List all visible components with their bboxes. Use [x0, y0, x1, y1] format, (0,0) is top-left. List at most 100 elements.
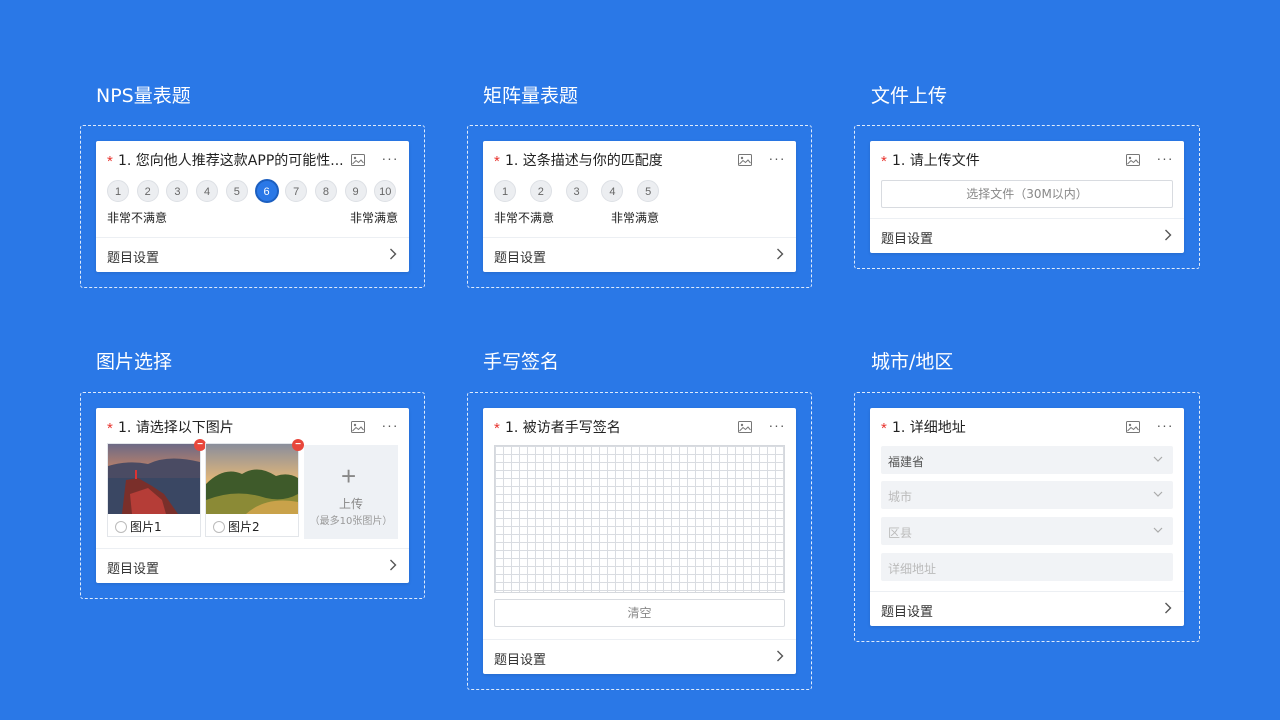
image-option-label: 图片1 [130, 520, 162, 534]
chevron-right-icon [777, 248, 784, 260]
scale-option-9[interactable]: 9 [344, 180, 367, 202]
scale-option-1[interactable]: 1 [107, 180, 129, 202]
image-icon[interactable] [1126, 154, 1140, 166]
scale-high-label: 非常满意 [349, 211, 398, 225]
image-icon[interactable] [738, 421, 752, 433]
chevron-right-icon [390, 248, 397, 260]
signature-pad[interactable] [494, 445, 785, 593]
question-settings-row[interactable]: 题目设置 [870, 591, 1184, 626]
question-title: 1. 这条描述与你的匹配度 [505, 153, 663, 169]
upload-card[interactable]: * 1. 请上传文件 ··· 选择文件（30M以内） 题目设置 [870, 141, 1184, 253]
city-placeholder: 城市 [888, 490, 913, 504]
question-settings-label: 题目设置 [494, 251, 547, 266]
scale-option-4[interactable]: 4 [601, 180, 624, 202]
scale-option-8[interactable]: 8 [314, 180, 337, 202]
question-settings-row[interactable]: 题目设置 [96, 548, 409, 583]
question-settings-row[interactable]: 题目设置 [483, 639, 796, 674]
signature-card[interactable]: * 1. 被访者手写签名 ··· 清空 题目设置 [483, 408, 796, 674]
landscape-photo [206, 444, 298, 514]
scale-option-4[interactable]: 4 [196, 180, 219, 202]
question-settings-label: 题目设置 [881, 605, 934, 620]
image-icon[interactable] [738, 154, 752, 166]
more-icon[interactable]: ··· [1156, 151, 1174, 169]
question-settings-row[interactable]: 题目设置 [870, 218, 1184, 253]
clear-signature-button[interactable]: 清空 [494, 599, 785, 627]
image-icon[interactable] [1126, 421, 1140, 433]
question-title: 1. 详细地址 [892, 420, 966, 436]
chevron-right-icon [1165, 229, 1172, 241]
matrix-card[interactable]: * 1. 这条描述与你的匹配度 ··· 非常不满意 非常满意 题目设置 1234… [483, 141, 796, 272]
chevron-down-icon [1153, 491, 1163, 497]
radio-button[interactable] [115, 521, 127, 533]
required-mark: * [881, 153, 887, 170]
chevron-down-icon [1153, 456, 1163, 462]
remove-image-2-button[interactable]: − [292, 439, 304, 451]
city-card[interactable]: * 1. 详细地址 ··· 福建省 城市 区县 详细地址 题目设置 [870, 408, 1184, 626]
question-settings-row[interactable]: 题目设置 [96, 237, 409, 272]
address-input[interactable]: 详细地址 [881, 553, 1173, 581]
section-title-signature: 手写签名 [483, 351, 560, 373]
section-title-nps: NPS量表题 [96, 85, 191, 107]
question-settings-row[interactable]: 题目设置 [483, 237, 796, 272]
question-settings-label: 题目设置 [881, 232, 934, 247]
required-mark: * [494, 420, 500, 437]
required-mark: * [107, 153, 113, 170]
city-select[interactable]: 城市 [881, 481, 1173, 509]
province-select[interactable]: 福建省 [881, 446, 1173, 474]
required-mark: * [107, 420, 113, 437]
question-title: 1. 被访者手写签名 [505, 420, 621, 436]
question-title: 1. 请上传文件 [892, 153, 980, 169]
image-icon[interactable] [351, 421, 365, 433]
question-title: 1. 您向他人推荐这款APP的可能性... [118, 153, 344, 169]
required-mark: * [494, 153, 500, 170]
image-icon[interactable] [351, 154, 365, 166]
scale-option-6[interactable]: 6 [255, 180, 278, 202]
scale-option-3[interactable]: 3 [166, 180, 189, 202]
scale-option-5[interactable]: 5 [637, 180, 660, 202]
section-title-matrix: 矩阵量表题 [483, 85, 579, 107]
radio-button[interactable] [213, 521, 225, 533]
scale-option-10[interactable]: 10 [374, 180, 397, 202]
more-icon[interactable]: ··· [768, 151, 786, 169]
more-icon[interactable]: ··· [1156, 418, 1174, 436]
question-settings-label: 题目设置 [107, 251, 160, 266]
scale-low-label: 非常不满意 [107, 211, 168, 225]
scale-option-3[interactable]: 3 [565, 180, 588, 202]
province-value: 福建省 [888, 455, 925, 469]
scale-option-1[interactable]: 1 [494, 180, 516, 202]
image-option-2[interactable]: 图片2 [205, 443, 299, 537]
plus-icon: + [341, 461, 357, 491]
required-mark: * [881, 420, 887, 437]
question-settings-label: 题目设置 [107, 562, 160, 577]
scale-low-label: 非常不满意 [494, 211, 555, 225]
image-choice-card[interactable]: * 1. 请选择以下图片 ··· 图片1 − 图片2 − + 上传 （最多10张… [96, 408, 409, 583]
question-settings-label: 题目设置 [494, 653, 547, 668]
district-placeholder: 区县 [888, 526, 913, 540]
scale-option-7[interactable]: 7 [285, 180, 308, 202]
address-placeholder: 详细地址 [888, 562, 937, 576]
choose-file-button[interactable]: 选择文件（30M以内） [881, 180, 1173, 208]
landscape-photo [108, 444, 200, 514]
upload-hint: （最多10张图片） [309, 516, 393, 527]
chevron-right-icon [390, 559, 397, 571]
image-option-1[interactable]: 图片1 [107, 443, 201, 537]
district-select[interactable]: 区县 [881, 517, 1173, 545]
chevron-right-icon [777, 650, 784, 662]
more-icon[interactable]: ··· [381, 418, 399, 436]
chevron-down-icon [1153, 527, 1163, 533]
scale-option-2[interactable]: 2 [136, 180, 159, 202]
image-option-label: 图片2 [228, 520, 260, 534]
upload-label: 上传 [338, 497, 363, 511]
scale-high-label: 非常满意 [611, 211, 660, 225]
more-icon[interactable]: ··· [768, 418, 786, 436]
nps-card[interactable]: * 1. 您向他人推荐这款APP的可能性... ··· 非常不满意 非常满意 题… [96, 141, 409, 272]
section-title-upload: 文件上传 [871, 85, 948, 107]
question-title: 1. 请选择以下图片 [118, 420, 234, 436]
section-title-city: 城市/地区 [871, 351, 954, 373]
scale-option-2[interactable]: 2 [529, 180, 552, 202]
scale-option-5[interactable]: 5 [225, 180, 248, 202]
more-icon[interactable]: ··· [381, 151, 399, 169]
upload-image-button[interactable]: + 上传 （最多10张图片） [304, 445, 398, 539]
section-title-image-choice: 图片选择 [96, 351, 173, 373]
chevron-right-icon [1165, 602, 1172, 614]
